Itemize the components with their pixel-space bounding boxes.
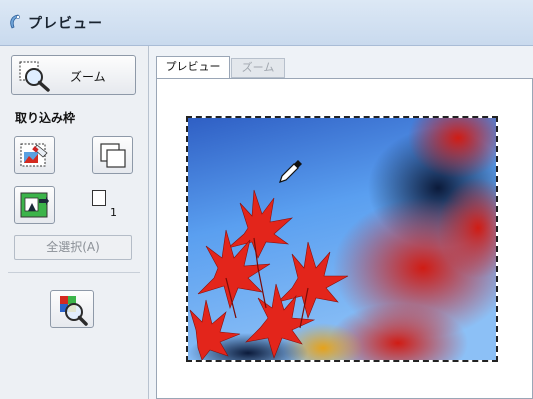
title-bar: プレビュー [0,0,533,46]
divider [8,272,140,273]
preview-photo [188,118,496,360]
auto-locate-frame-icon [20,143,48,167]
select-all-button[interactable]: 全選択(A) [14,235,132,260]
tab-preview[interactable]: プレビュー [156,56,230,78]
preview-window: プレビュー ズーム 取り込み枠 1 全選択(A) プレビュー ズーム [0,0,533,399]
zoom-button[interactable]: ズーム [11,55,136,95]
frame-count: 1 [110,206,117,219]
duplicate-frame-icon [100,143,126,168]
color-adjust-icon [60,296,88,326]
duplicate-frame-button[interactable] [92,136,133,174]
marquee-section-label: 取り込み枠 [15,111,76,125]
auto-locate-button[interactable] [14,136,55,174]
window-title: プレビュー [28,16,103,32]
preview-canvas[interactable] [156,78,533,399]
frame-select-button[interactable] [14,186,55,224]
scanner-app-icon [10,14,20,29]
tool-panel: ズーム 取り込み枠 1 全選択(A) [0,46,149,399]
zoom-magnifier-icon [19,61,50,92]
preview-image-marquee[interactable] [186,116,498,362]
tab-zoom[interactable]: ズーム [231,58,285,78]
frame-count-icon [92,190,106,206]
zoom-button-label: ズーム [70,70,106,84]
preview-area: プレビュー ズーム [149,46,533,399]
color-adjust-button[interactable] [50,290,94,328]
frame-select-icon [20,192,49,218]
